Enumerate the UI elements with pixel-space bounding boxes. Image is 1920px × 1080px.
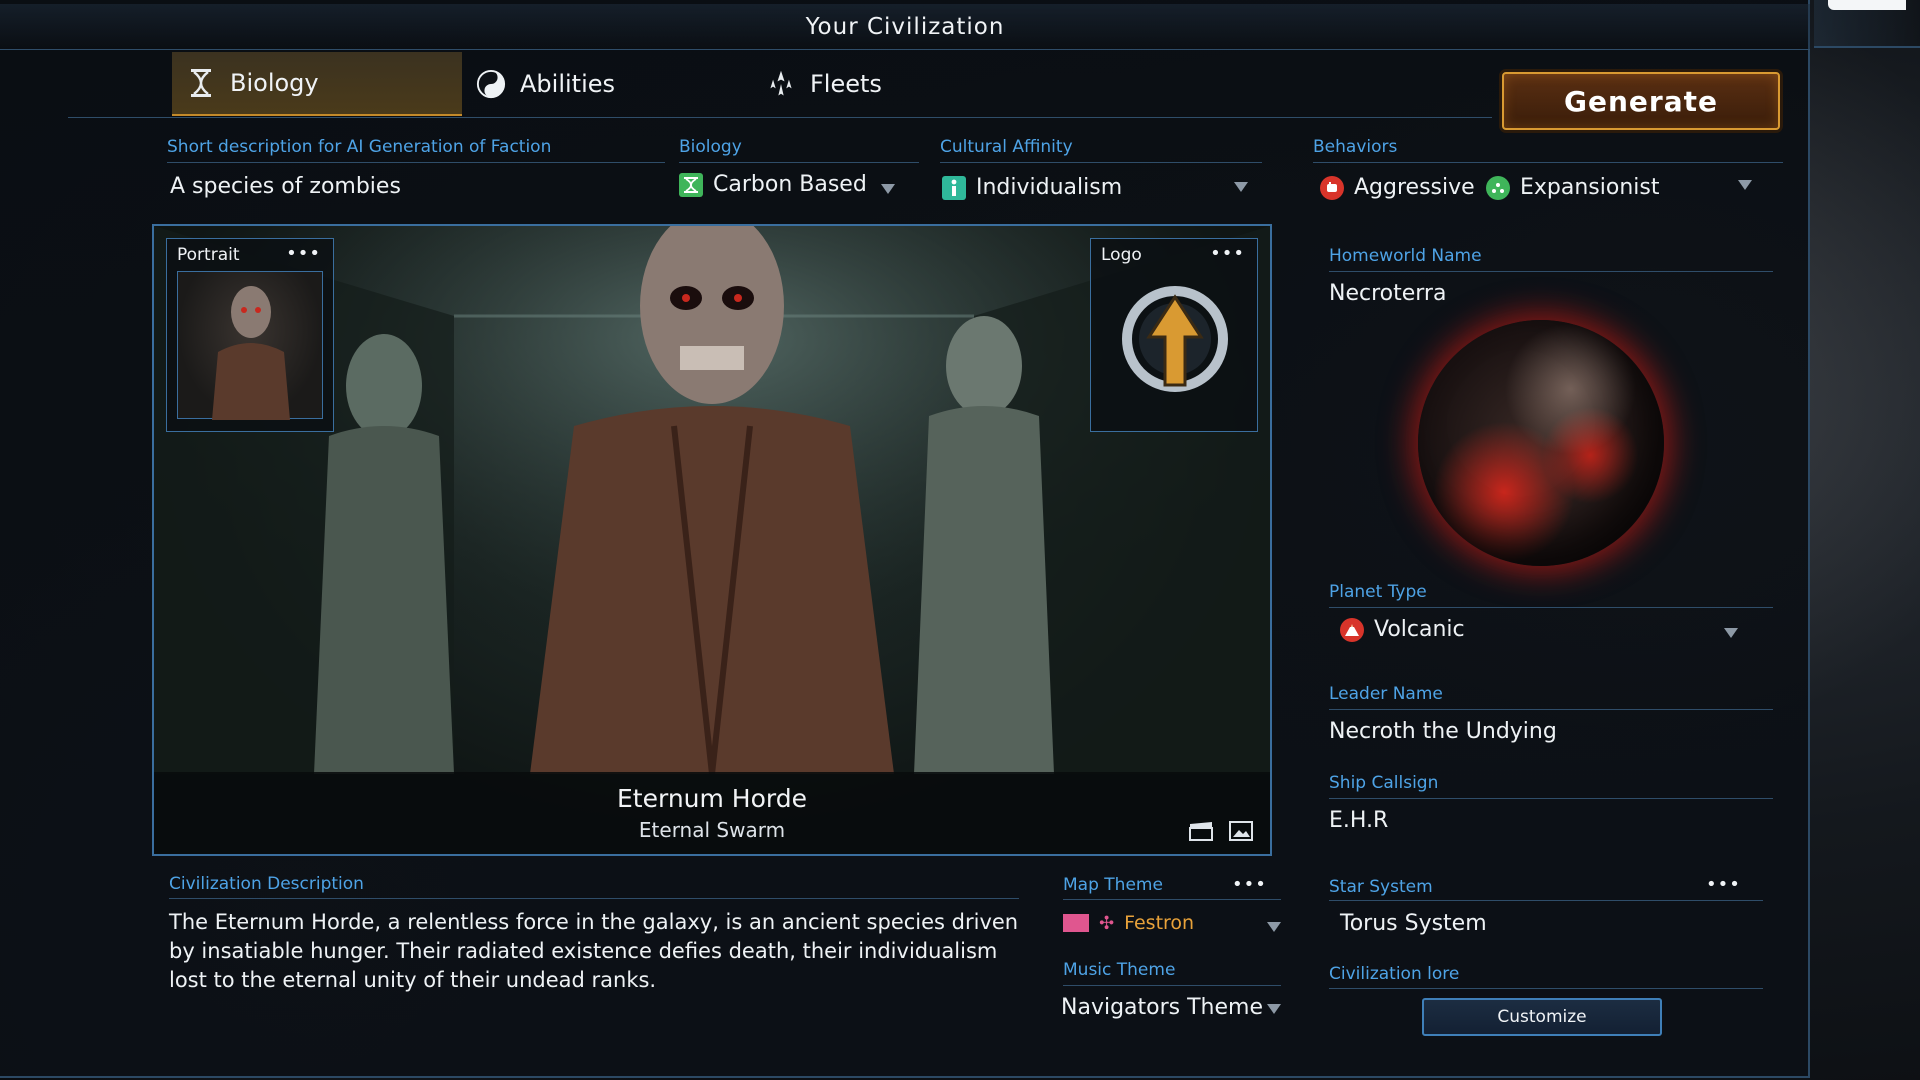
leader-label: Leader Name: [1329, 684, 1443, 704]
dna-icon: [186, 67, 216, 99]
chevron-down-icon[interactable]: [1738, 180, 1752, 190]
biology-value: Carbon Based: [713, 172, 867, 197]
planet-type-value: Volcanic: [1374, 617, 1465, 642]
logo-card[interactable]: Logo •••: [1090, 238, 1258, 432]
divider: [1313, 162, 1783, 163]
homeworld-label: Homeworld Name: [1329, 246, 1482, 266]
portrait-image: [177, 271, 323, 420]
window-corner-decoration: [1814, 0, 1920, 48]
biology-label: Biology: [679, 137, 742, 157]
tab-biology[interactable]: Biology: [172, 52, 462, 116]
leader-input[interactable]: Necroth the Undying: [1329, 719, 1557, 744]
tab-label: Fleets: [810, 70, 882, 98]
color-swatch: [1063, 914, 1089, 932]
title-bar: Your Civilization: [0, 4, 1810, 50]
civ-lore-label: Civilization lore: [1329, 964, 1460, 984]
yin-yang-icon: [476, 68, 506, 100]
image-icon[interactable]: [1228, 820, 1254, 842]
divider: [679, 162, 919, 163]
tab-abilities[interactable]: Abilities: [462, 52, 702, 116]
divider: [1329, 900, 1763, 901]
ship-callsign-label: Ship Callsign: [1329, 773, 1439, 793]
logo-label: Logo: [1101, 245, 1142, 265]
star-system-input[interactable]: Torus System: [1340, 911, 1487, 936]
description-label: Short description for AI Generation of F…: [167, 137, 552, 157]
window-title: Your Civilization: [805, 14, 1005, 40]
star-system-label: Star System: [1329, 877, 1433, 897]
divider: [1063, 899, 1281, 900]
faction-subtitle: Eternal Swarm: [638, 818, 786, 842]
music-theme-select[interactable]: Navigators Theme: [1061, 995, 1263, 1020]
logo-menu-button[interactable]: •••: [1210, 243, 1245, 264]
divider: [1329, 709, 1773, 710]
divider: [1329, 798, 1773, 799]
chevron-down-icon[interactable]: [881, 184, 895, 194]
map-theme-glyph-icon: ✣: [1099, 912, 1115, 934]
ship-callsign-input[interactable]: E.H.R: [1329, 808, 1388, 833]
divider: [1329, 271, 1773, 272]
planet-image: [1418, 320, 1664, 566]
biology-select[interactable]: Carbon Based: [679, 172, 867, 197]
faction-image: Portrait ••• Logo ••• Eternum Horde Eter…: [152, 224, 1272, 856]
customize-button[interactable]: Customize: [1422, 998, 1662, 1036]
planet-type-select[interactable]: Volcanic: [1340, 617, 1465, 642]
tab-label: Abilities: [520, 70, 616, 98]
tab-label: Biology: [230, 69, 319, 97]
faction-caption: Eternum Horde Eternal Swarm: [154, 772, 1270, 854]
cultural-affinity-value: Individualism: [976, 175, 1123, 200]
divider: [169, 898, 1019, 899]
faction-name: Eternum Horde: [617, 784, 807, 813]
portrait-label: Portrait: [177, 245, 240, 265]
chevron-down-icon[interactable]: [1267, 922, 1281, 932]
dna-icon: [679, 172, 703, 197]
behavior-label: Expansionist: [1520, 175, 1660, 200]
map-theme-menu-button[interactable]: •••: [1232, 874, 1267, 895]
tab-fleets[interactable]: Fleets: [752, 52, 992, 116]
civ-description-label: Civilization Description: [169, 874, 364, 894]
music-theme-label: Music Theme: [1063, 960, 1176, 980]
divider: [1329, 988, 1763, 989]
behaviors-label: Behaviors: [1313, 137, 1398, 157]
civ-description-text[interactable]: The Eternum Horde, a relentless force in…: [169, 908, 1019, 995]
description-input[interactable]: A species of zombies: [170, 174, 401, 199]
faction-logo-icon: [1122, 286, 1228, 392]
generate-button[interactable]: Generate: [1502, 72, 1780, 130]
tab-bar: Biology Abilities Fleets: [68, 52, 1492, 118]
chevron-down-icon[interactable]: [1724, 628, 1738, 638]
fist-icon: [1320, 175, 1344, 200]
chevron-down-icon[interactable]: [1234, 182, 1248, 192]
divider: [1329, 607, 1773, 608]
divider: [1063, 985, 1281, 986]
behavior-expansionist[interactable]: Expansionist: [1486, 175, 1660, 200]
homeworld-input[interactable]: Necroterra: [1329, 281, 1446, 306]
behavior-aggressive[interactable]: Aggressive: [1320, 175, 1475, 200]
civilization-window: Your Civilization Biology Abilities Flee…: [0, 0, 1810, 1078]
map-theme-value: Festron: [1124, 912, 1195, 934]
clapperboard-icon[interactable]: [1188, 820, 1214, 842]
planet-type-label: Planet Type: [1329, 582, 1427, 602]
map-theme-select[interactable]: ✣ Festron: [1063, 912, 1194, 934]
fleet-icon: [766, 68, 796, 100]
divider: [167, 162, 665, 163]
map-theme-label: Map Theme: [1063, 875, 1163, 895]
behavior-label: Aggressive: [1354, 175, 1475, 200]
divider: [940, 162, 1262, 163]
portrait-card[interactable]: Portrait •••: [166, 238, 334, 432]
person-icon: [942, 175, 966, 200]
expand-icon: [1486, 175, 1510, 200]
image-tools: [1188, 820, 1254, 842]
volcano-icon: [1340, 617, 1364, 642]
star-system-menu-button[interactable]: •••: [1706, 874, 1741, 895]
chevron-down-icon[interactable]: [1267, 1004, 1281, 1014]
portrait-menu-button[interactable]: •••: [286, 243, 321, 264]
cultural-affinity-label: Cultural Affinity: [940, 137, 1073, 157]
cultural-affinity-select[interactable]: Individualism: [942, 175, 1122, 200]
